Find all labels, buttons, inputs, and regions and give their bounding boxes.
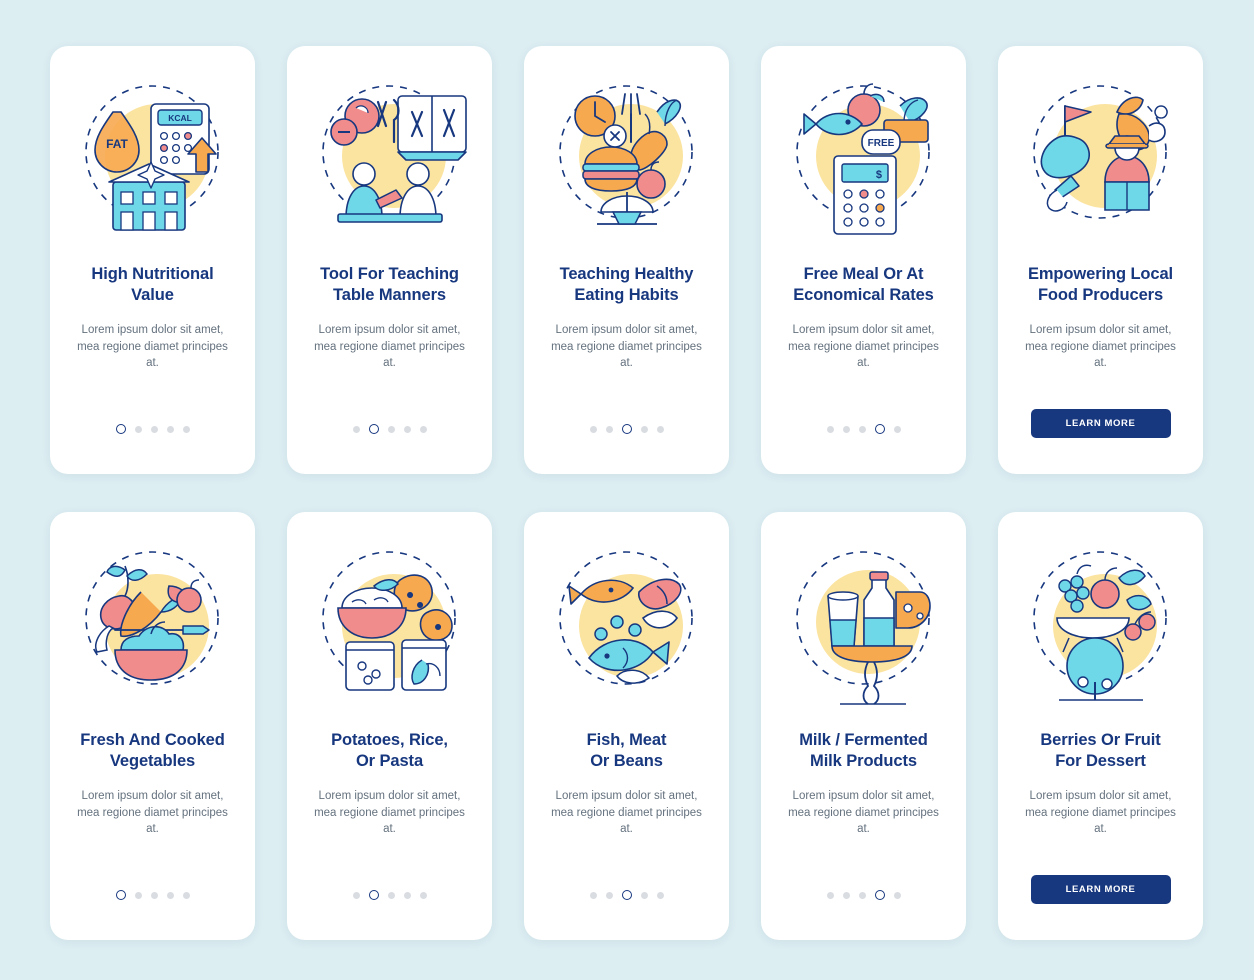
pagination-dots[interactable]	[589, 890, 664, 900]
card-title: Fish, Meat Or Beans	[586, 731, 667, 770]
free-label: FREE	[868, 138, 895, 149]
card-description: Lorem ipsum dolor sit amet, mea regione …	[77, 324, 228, 369]
card-description: Lorem ipsum dolor sit amet, mea regione …	[788, 790, 939, 835]
dot-2[interactable]	[368, 424, 379, 434]
card-row-bottom: Fresh And Cooked Vegetables Lorem ipsum …	[50, 512, 1204, 940]
card-potatoes-rice-or-pasta[interactable]: Potatoes, Rice, Or Pasta Lorem ipsum dol…	[287, 512, 492, 940]
card-title: Teaching Healthy Eating Habits	[559, 265, 694, 304]
card-row-top: FAT KCAL High Nutritional Value Lorem ip…	[50, 46, 1204, 474]
potatoes-rice-pasta-icon	[302, 530, 477, 726]
pagination-dots[interactable]	[826, 424, 901, 434]
dot-4[interactable]	[166, 891, 174, 899]
dot-4[interactable]	[166, 425, 174, 433]
dot-1[interactable]	[589, 425, 597, 433]
card-title: Empowering Local Food Producers	[1027, 265, 1174, 304]
berries-fruit-dessert-icon	[1013, 530, 1188, 726]
card-description: Lorem ipsum dolor sit amet, mea regione …	[314, 790, 465, 835]
learn-more-button[interactable]: LEARN MORE	[1030, 875, 1171, 904]
pagination-dots[interactable]	[589, 424, 664, 434]
dot-1[interactable]	[826, 891, 834, 899]
dot-1[interactable]	[352, 425, 360, 433]
card-tool-for-teaching-table-manners[interactable]: Tool For Teaching Table Manners Lorem ip…	[287, 46, 492, 474]
card-title: Potatoes, Rice, Or Pasta	[331, 731, 448, 770]
dot-5[interactable]	[656, 891, 664, 899]
pagination-dots[interactable]	[115, 890, 190, 900]
dot-2[interactable]	[368, 890, 379, 900]
dot-5[interactable]	[656, 425, 664, 433]
dot-4[interactable]	[874, 890, 885, 900]
card-title: Free Meal Or At Economical Rates	[793, 265, 934, 304]
dot-3[interactable]	[387, 891, 395, 899]
fish-free-calculator-icon: FREE $	[776, 64, 951, 260]
card-description: Lorem ipsum dolor sit amet, mea regione …	[788, 324, 939, 369]
dot-3[interactable]	[858, 891, 866, 899]
dot-5[interactable]	[182, 425, 190, 433]
burger-scale-vegetables-icon	[539, 64, 714, 260]
dot-3[interactable]	[150, 891, 158, 899]
card-free-meal-or-at-economical-rates[interactable]: FREE $ Free Meal Or At Economical Rates …	[761, 46, 966, 474]
dot-1[interactable]	[589, 891, 597, 899]
fish-meat-beans-icon	[539, 530, 714, 726]
dot-1[interactable]	[115, 890, 126, 900]
card-teaching-healthy-eating-habits[interactable]: Teaching Healthy Eating Habits Lorem ips…	[524, 46, 729, 474]
card-title: Milk / Fermented Milk Products	[799, 731, 928, 770]
card-berries-or-fruit-for-dessert[interactable]: Berries Or Fruit For Dessert Lorem ipsum…	[998, 512, 1203, 940]
dot-1[interactable]	[115, 424, 126, 434]
dot-2[interactable]	[134, 425, 142, 433]
learn-more-button[interactable]: LEARN MORE	[1030, 409, 1171, 438]
dot-3[interactable]	[621, 890, 632, 900]
cutlery-book-manners-icon	[302, 64, 477, 260]
dot-4[interactable]	[403, 425, 411, 433]
card-description: Lorem ipsum dolor sit amet, mea regione …	[1025, 324, 1176, 369]
dot-1[interactable]	[826, 425, 834, 433]
dot-3[interactable]	[150, 425, 158, 433]
dot-2[interactable]	[605, 891, 613, 899]
dot-5[interactable]	[419, 891, 427, 899]
svg-text:$: $	[876, 169, 882, 181]
card-title: Fresh And Cooked Vegetables	[80, 731, 225, 770]
dot-2[interactable]	[842, 891, 850, 899]
dot-2[interactable]	[842, 425, 850, 433]
pagination-dots[interactable]	[352, 424, 427, 434]
card-title: Berries Or Fruit For Dessert	[1040, 731, 1161, 770]
onboarding-screens-board: FAT KCAL High Nutritional Value Lorem ip…	[0, 0, 1254, 980]
kcal-label: KCAL	[168, 113, 192, 123]
dot-2[interactable]	[605, 425, 613, 433]
card-description: Lorem ipsum dolor sit amet, mea regione …	[551, 790, 702, 835]
dot-1[interactable]	[352, 891, 360, 899]
dot-5[interactable]	[182, 891, 190, 899]
card-fresh-and-cooked-vegetables[interactable]: Fresh And Cooked Vegetables Lorem ipsum …	[50, 512, 255, 940]
dot-5[interactable]	[419, 425, 427, 433]
card-high-nutritional-value[interactable]: FAT KCAL High Nutritional Value Lorem ip…	[50, 46, 255, 474]
card-milk-fermented-milk-products[interactable]: Milk / Fermented Milk Products Lorem ips…	[761, 512, 966, 940]
dot-4[interactable]	[874, 424, 885, 434]
dot-4[interactable]	[640, 425, 648, 433]
dot-3[interactable]	[621, 424, 632, 434]
dot-5[interactable]	[893, 891, 901, 899]
dot-4[interactable]	[640, 891, 648, 899]
dot-2[interactable]	[134, 891, 142, 899]
card-description: Lorem ipsum dolor sit amet, mea regione …	[551, 324, 702, 369]
fat-label: FAT	[106, 137, 128, 151]
fresh-cooked-vegetables-icon	[65, 530, 240, 726]
dot-4[interactable]	[403, 891, 411, 899]
fat-kcal-school-icon: FAT KCAL	[65, 64, 240, 260]
pagination-dots[interactable]	[352, 890, 427, 900]
pagination-dots[interactable]	[115, 424, 190, 434]
farmer-local-produce-icon	[1013, 64, 1188, 260]
card-title: High Nutritional Value	[91, 265, 214, 304]
pagination-dots[interactable]	[826, 890, 901, 900]
milk-cheese-products-icon	[776, 530, 951, 726]
card-description: Lorem ipsum dolor sit amet, mea regione …	[1025, 790, 1176, 835]
card-description: Lorem ipsum dolor sit amet, mea regione …	[314, 324, 465, 369]
card-fish-meat-or-beans[interactable]: Fish, Meat Or Beans Lorem ipsum dolor si…	[524, 512, 729, 940]
dot-5[interactable]	[893, 425, 901, 433]
card-title: Tool For Teaching Table Manners	[320, 265, 459, 304]
dot-3[interactable]	[858, 425, 866, 433]
dot-3[interactable]	[387, 425, 395, 433]
card-description: Lorem ipsum dolor sit amet, mea regione …	[77, 790, 228, 835]
card-empowering-local-food-producers[interactable]: Empowering Local Food Producers Lorem ip…	[998, 46, 1203, 474]
